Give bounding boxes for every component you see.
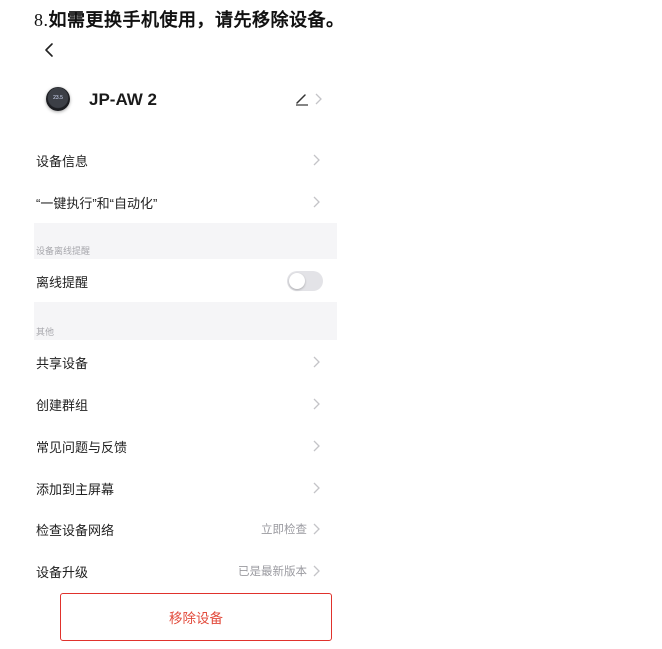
chevron-right-icon <box>313 154 320 166</box>
edit-name-button[interactable] <box>295 92 309 106</box>
thermostat-icon: 23.5 <box>46 87 70 111</box>
row-label: 添加到主屏幕 <box>36 482 115 497</box>
row-label: 设备信息 <box>36 154 89 169</box>
row-scenes-automation[interactable]: “一键执行”和“自动化” <box>34 181 337 223</box>
row-create-group[interactable]: 创建群组 <box>34 383 337 425</box>
row-device-info[interactable]: 设备信息 <box>34 139 337 181</box>
chevron-right-icon <box>313 523 320 535</box>
section-title-offline: 设备离线提醒 <box>36 246 91 256</box>
row-label: “一键执行”和“自动化” <box>36 196 158 211</box>
row-label: 创建群组 <box>36 398 89 413</box>
section-title-other: 其他 <box>36 327 55 337</box>
chevron-right-icon <box>313 356 320 368</box>
row-value: 立即检查 <box>261 524 307 536</box>
chevron-right-icon <box>313 440 320 452</box>
section-other-header: 其他 <box>34 302 337 340</box>
row-add-to-home[interactable]: 添加到主屏幕 <box>34 467 337 509</box>
row-label: 设备升级 <box>36 565 89 580</box>
device-header: 23.5 JP-AW 2 <box>34 86 337 122</box>
row-check-network[interactable]: 检查设备网络 立即检查 <box>34 508 337 550</box>
row-label: 检查设备网络 <box>36 523 115 538</box>
pencil-icon <box>296 94 308 106</box>
row-offline-alert: 离线提醒 <box>34 260 337 302</box>
back-button[interactable] <box>40 40 60 60</box>
remove-device-button[interactable]: 移除设备 <box>60 593 332 641</box>
chevron-right-icon <box>313 196 320 208</box>
offline-alert-toggle[interactable] <box>287 271 323 291</box>
chevron-left-icon <box>45 43 53 57</box>
row-value: 已是最新版本 <box>238 566 307 578</box>
chevron-right-icon <box>313 565 320 577</box>
row-label: 常见问题与反馈 <box>36 440 128 455</box>
heading-text: 如需更换手机使用，请先移除设备。 <box>48 10 345 30</box>
chevron-right-icon <box>313 398 320 410</box>
chevron-right-icon <box>313 482 320 494</box>
toggle-knob <box>289 273 305 289</box>
doc-heading: 8.如需更换手机使用，请先移除设备。 <box>34 6 345 32</box>
section-offline-header: 设备离线提醒 <box>34 223 337 259</box>
row-faq-feedback[interactable]: 常见问题与反馈 <box>34 425 337 467</box>
device-name: JP-AW 2 <box>89 90 158 109</box>
row-share-device[interactable]: 共享设备 <box>34 341 337 383</box>
row-firmware-upgrade[interactable]: 设备升级 已是最新版本 <box>34 550 337 592</box>
device-settings-screen: 23.5 JP-AW 2 设备信息 “一键执行”和“自动化” 设备离线提醒 离线… <box>34 34 337 649</box>
chevron-right-icon <box>315 93 322 105</box>
thermostat-icon-temp: 23.5 <box>53 95 63 101</box>
row-label: 共享设备 <box>36 356 89 371</box>
step-number: 8. <box>34 10 49 30</box>
row-label: 离线提醒 <box>36 275 89 290</box>
